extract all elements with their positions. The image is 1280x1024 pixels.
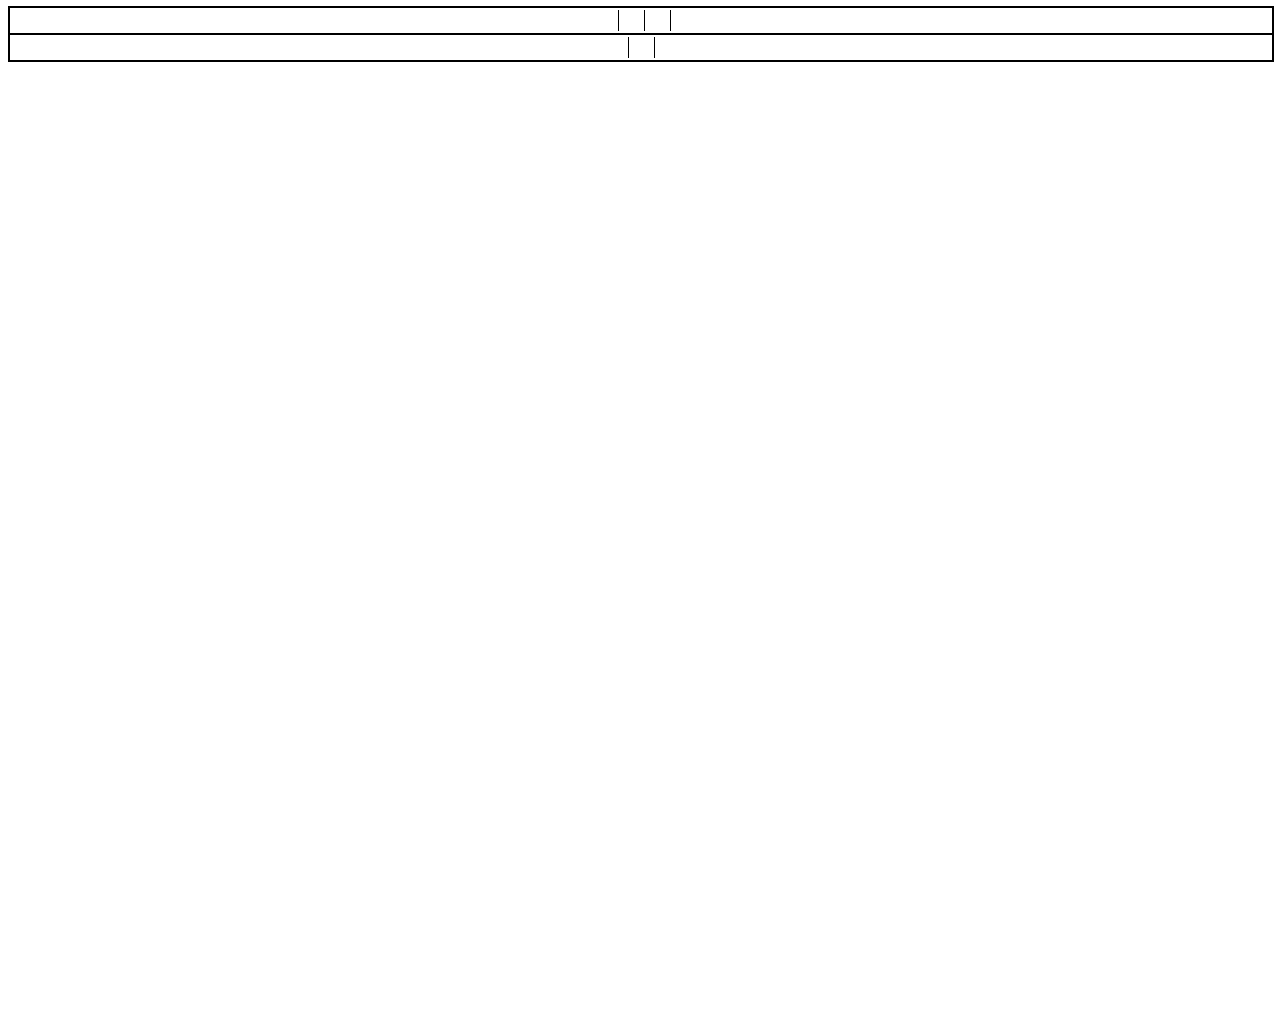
meteogram-canvas	[0, 0, 1280, 1024]
meteogram-page	[0, 0, 1280, 1024]
